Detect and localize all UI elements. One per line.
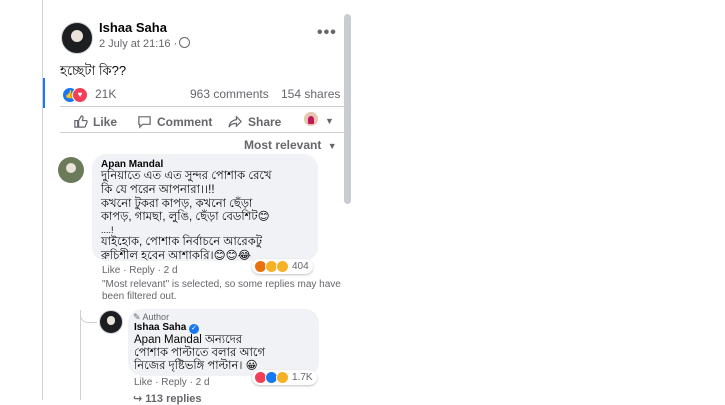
reply-actions[interactable]: Like · Reply · 2 d bbox=[134, 377, 210, 388]
post-shares-count[interactable]: 154 shares bbox=[281, 87, 340, 101]
comment-line: কাপড়, গামছা, লুঙি, ছেঁড়া বেডশিট😊 bbox=[101, 211, 270, 223]
comment-sort-label: Most relevant bbox=[244, 138, 322, 152]
post-author-avatar[interactable] bbox=[61, 22, 93, 54]
post-timestamp[interactable]: 2 July at 21:16 · bbox=[99, 37, 191, 50]
reply-reaction-count: 1.7K bbox=[292, 372, 313, 383]
reaction-profile-avatar[interactable] bbox=[304, 112, 318, 126]
like-button[interactable]: Like bbox=[73, 114, 117, 129]
reply-author-avatar[interactable] bbox=[99, 310, 123, 334]
comment-reaction-count: 404 bbox=[292, 261, 309, 272]
comment-line: কি যে পরেন আপনারা।।!! bbox=[101, 184, 215, 196]
author-badge-label: Author bbox=[142, 312, 170, 322]
pencil-icon: ✎ bbox=[133, 312, 143, 322]
love-reaction-icon: ♥ bbox=[72, 87, 88, 103]
reply-line: Apan Mandal অন্যদের bbox=[134, 334, 243, 346]
divider bbox=[60, 132, 345, 133]
post-timestamp-text: 2 July at 21:16 · bbox=[99, 38, 178, 50]
post-author-name[interactable]: Ishaa Saha bbox=[99, 20, 167, 35]
scrollbar[interactable] bbox=[344, 14, 351, 204]
divider bbox=[60, 106, 345, 107]
comment-reactions[interactable]: 404 bbox=[252, 259, 313, 274]
comment-line: দুনিয়াতে এত এত সুন্দর পোশাক রেখে bbox=[101, 170, 272, 182]
comment-button-label: Comment bbox=[157, 114, 213, 129]
comment-icon bbox=[138, 116, 151, 129]
haha-reaction-icon bbox=[276, 371, 289, 384]
reply-thread-line bbox=[80, 312, 81, 400]
reply-thread-connector bbox=[80, 310, 97, 323]
comment-actions[interactable]: Like · Reply · 2 d bbox=[102, 265, 178, 276]
commenter-avatar[interactable] bbox=[58, 157, 84, 183]
share-button-label: Share bbox=[248, 114, 282, 129]
comment-line: কখনো টুকরা কাপড়, কখনো ছেঁড়া bbox=[101, 198, 253, 210]
post-comments-count[interactable]: 963 comments bbox=[190, 87, 269, 101]
share-icon bbox=[228, 115, 242, 128]
reply-line: পোশাক পাল্টাতে বলার আগে bbox=[134, 347, 266, 359]
caret-down-icon[interactable]: ▼ bbox=[325, 116, 334, 126]
reply-author-name-text: Ishaa Saha bbox=[134, 322, 187, 333]
thumbs-up-icon bbox=[74, 115, 88, 128]
post-text: হচ্ছেটা কি?? bbox=[60, 63, 127, 78]
post-reaction-count[interactable]: 21K bbox=[95, 87, 116, 101]
globe-icon bbox=[179, 37, 191, 48]
reply-reactions[interactable]: 1.7K bbox=[252, 370, 317, 385]
care-reaction-icon bbox=[276, 260, 289, 273]
reply-line: নিজের দৃষ্টিভঙ্গি পাল্টান। 😀 bbox=[134, 360, 258, 372]
comment-button[interactable]: Comment bbox=[137, 114, 212, 129]
like-button-label: Like bbox=[93, 114, 118, 129]
focus-indicator bbox=[43, 78, 45, 108]
filter-note: "Most relevant" is selected, so some rep… bbox=[102, 279, 341, 302]
caret-down-icon: ▼ bbox=[327, 141, 337, 151]
more-options-icon[interactable]: ••• bbox=[317, 24, 337, 42]
comment-sort-dropdown[interactable]: Most relevant ▼ bbox=[244, 138, 337, 152]
view-replies-link[interactable]: ↪ 113 replies bbox=[133, 392, 202, 405]
comment-line: রুচিশীল হবেন আশাকরি।😊😊😂 bbox=[101, 250, 252, 262]
share-button[interactable]: Share bbox=[228, 114, 281, 129]
comment-line: যাইহোক, পোশাক নির্বাচনে আরেকটু bbox=[101, 236, 263, 248]
